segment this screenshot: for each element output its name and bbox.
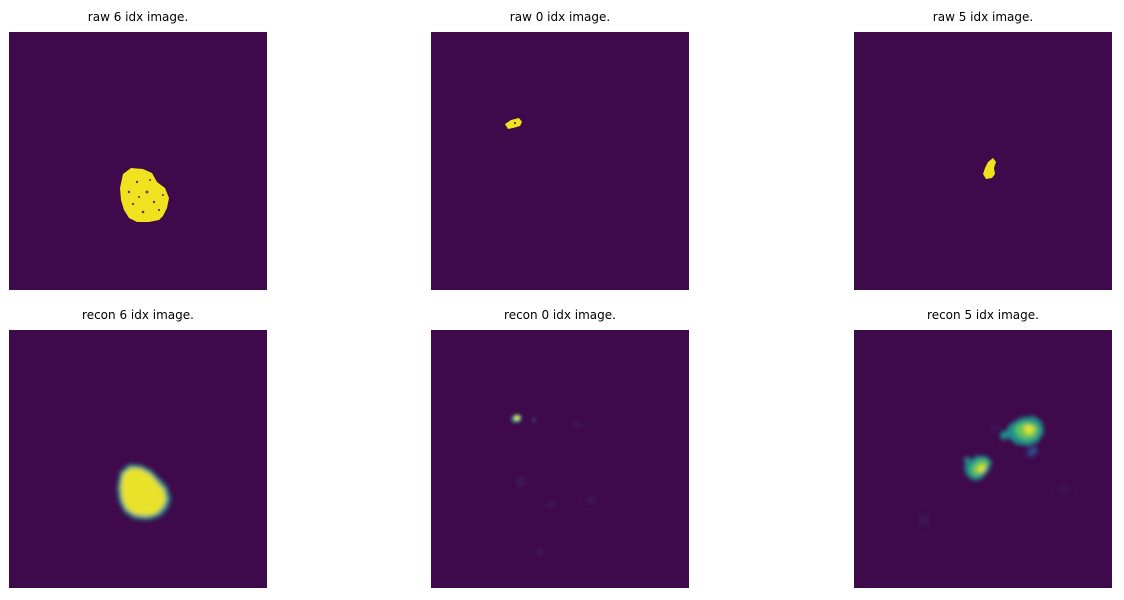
panel-title: recon 6 idx image. bbox=[82, 308, 194, 322]
raw-5-blob bbox=[854, 32, 1112, 290]
recon-5-blob bbox=[854, 330, 1112, 588]
panel-recon-5: recon 5 idx image. bbox=[854, 308, 1112, 590]
raw-0-blob bbox=[431, 32, 689, 290]
panel-title: raw 5 idx image. bbox=[932, 10, 1034, 24]
recon-0-blob bbox=[431, 330, 689, 588]
panel-raw-5: raw 5 idx image. bbox=[854, 10, 1112, 292]
panel-title: raw 0 idx image. bbox=[509, 10, 611, 24]
panel-raw-6: raw 6 idx image. bbox=[9, 10, 267, 292]
recon-6-blob bbox=[9, 330, 267, 588]
image-grid-figure: raw 6 idx image. raw 0 idx image. raw 5 … bbox=[0, 0, 1124, 600]
panel-recon-0: recon 0 idx image. bbox=[431, 308, 689, 590]
panel-title: recon 0 idx image. bbox=[504, 308, 616, 322]
panel-raw-0: raw 0 idx image. bbox=[431, 10, 689, 292]
recon-image-0 bbox=[431, 330, 689, 588]
raw-image-6 bbox=[9, 32, 267, 290]
panel-recon-6: recon 6 idx image. bbox=[9, 308, 267, 590]
panel-title: recon 5 idx image. bbox=[927, 308, 1039, 322]
recon-image-6 bbox=[9, 330, 267, 588]
recon-image-5 bbox=[854, 330, 1112, 588]
raw-image-5 bbox=[854, 32, 1112, 290]
panel-title: raw 6 idx image. bbox=[87, 10, 189, 24]
raw-image-0 bbox=[431, 32, 689, 290]
raw-6-blob bbox=[9, 32, 267, 290]
